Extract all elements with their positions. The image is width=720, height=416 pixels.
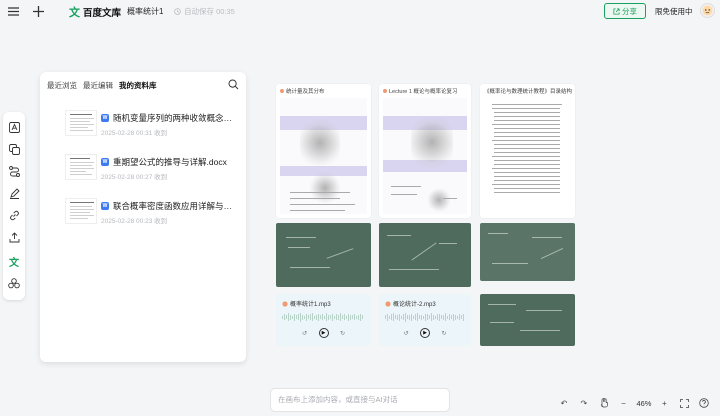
doc-thumbnail xyxy=(65,110,97,136)
tab-recent-viewed[interactable]: 最近浏览 xyxy=(47,80,77,91)
audio-title: 概率统计1.mp3 xyxy=(290,299,331,308)
blackboard-photo[interactable] xyxy=(480,223,575,281)
forward-icon[interactable]: ↻ xyxy=(339,329,347,337)
card-status-dot xyxy=(280,89,284,93)
blackboard-photo[interactable] xyxy=(379,223,471,287)
library-doc-item[interactable]: W 随机变量序列的两种收敛概念… 2025-02-28 00:31 收到 xyxy=(65,110,240,140)
text-tool-icon[interactable] xyxy=(7,120,21,134)
audio-card[interactable]: 概论统计-2.mp3 ↺ ▶ ↻ xyxy=(379,294,471,346)
doc-name: 联合概率密度函数应用详解与… xyxy=(113,200,241,212)
library-doc-item[interactable]: W 重期望公式的推导与详解.docx 2025-02-28 00:27 收到 xyxy=(65,154,240,184)
audio-controls: ↺ ▶ ↻ xyxy=(276,328,371,338)
free-use-status: 限免使用中 xyxy=(655,6,693,17)
forward-icon[interactable]: ↻ xyxy=(440,329,448,337)
play-button[interactable]: ▶ xyxy=(319,328,329,338)
autosave-icon xyxy=(174,8,181,15)
blackboard-photo[interactable] xyxy=(276,223,371,287)
rewind-icon[interactable]: ↺ xyxy=(301,329,309,337)
app-name: 百度文库 xyxy=(83,5,121,19)
audio-file-icon xyxy=(282,301,288,307)
wenku-logo-icon: 文 xyxy=(69,4,80,20)
undo-icon[interactable]: ↶ xyxy=(557,396,571,410)
top-bar: 文 百度文库 概率统计1 自动保存 00:35 分享 限免使用中 xyxy=(0,0,720,22)
hand-tool-icon[interactable] xyxy=(597,396,611,410)
card-title: Lecture 1 概论与概率论复习 xyxy=(389,87,457,95)
audio-header: 概率统计1.mp3 xyxy=(282,299,331,308)
word-doc-icon: W xyxy=(101,158,109,166)
doc-name: 重期望公式的推导与详解.docx xyxy=(113,156,241,168)
composer-input[interactable] xyxy=(278,395,444,404)
pen-tool-icon[interactable] xyxy=(7,186,21,200)
search-icon[interactable] xyxy=(228,79,240,91)
menu-icon[interactable] xyxy=(5,3,21,19)
zoom-level: 46% xyxy=(636,399,651,408)
canvas-doc-card[interactable]: 统计量及其分布 xyxy=(276,84,371,218)
card-title: 统计量及其分布 xyxy=(286,87,325,95)
audio-file-icon xyxy=(385,301,391,307)
audio-waveform xyxy=(385,312,465,322)
audio-waveform xyxy=(282,312,365,322)
library-doc-item[interactable]: W 联合概率密度函数应用详解与… 2025-02-28 00:23 收到 xyxy=(65,198,240,228)
doc-meta: 2025-02-28 00:23 收到 xyxy=(101,215,167,225)
doc-meta: 2025-02-28 00:31 收到 xyxy=(101,127,167,137)
flowchart-tool-icon[interactable] xyxy=(7,164,21,178)
zoom-out-icon[interactable]: − xyxy=(617,396,631,410)
zoom-toolbar: ↶ ↷ − 46% + xyxy=(557,394,717,412)
audio-title: 概论统计-2.mp3 xyxy=(393,299,436,308)
word-doc-icon: W xyxy=(101,202,109,210)
slide-preview xyxy=(383,98,467,214)
card-header: Lecture 1 概论与概率论复习 xyxy=(383,87,457,95)
doc-meta: 2025-02-28 00:27 收到 xyxy=(101,171,167,181)
copy-tool-icon[interactable] xyxy=(7,142,21,156)
card-header: 统计量及其分布 xyxy=(280,87,325,95)
new-canvas-button[interactable] xyxy=(30,3,46,19)
blackboard-photo[interactable] xyxy=(480,294,575,346)
audio-controls: ↺ ▶ ↻ xyxy=(379,328,471,338)
upload-tool-icon[interactable] xyxy=(7,230,21,244)
help-icon[interactable] xyxy=(697,396,711,410)
canvas-doc-card[interactable]: 《概率论与数理统计教程》目录结构（… xyxy=(480,84,575,218)
redo-icon[interactable]: ↷ xyxy=(577,396,591,410)
word-doc-icon: W xyxy=(101,114,109,122)
tab-recent-edited[interactable]: 最近编辑 xyxy=(83,80,113,91)
share-label: 分享 xyxy=(622,6,637,17)
tool-rail: 文 xyxy=(3,112,25,300)
library-tabs: 最近浏览 最近编辑 我的资料库 xyxy=(47,80,157,91)
doc-thumbnail xyxy=(65,154,97,180)
user-avatar[interactable] xyxy=(700,3,715,18)
card-status-dot xyxy=(383,89,387,93)
share-button[interactable]: 分享 xyxy=(604,3,646,19)
ai-composer xyxy=(270,388,450,412)
rewind-icon[interactable]: ↺ xyxy=(402,329,410,337)
app-logo[interactable]: 文 百度文库 xyxy=(69,4,121,20)
share-icon xyxy=(613,8,620,15)
wenku-tool-glyph: 文 xyxy=(9,254,19,269)
tab-my-library[interactable]: 我的资料库 xyxy=(119,80,157,91)
doc-thumbnail xyxy=(65,198,97,224)
library-panel: 最近浏览 最近编辑 我的资料库 W 随机变量序列的两种收敛概念… 2025-02… xyxy=(40,72,246,362)
mindmap-tool-icon[interactable] xyxy=(7,276,21,290)
slide-preview xyxy=(280,98,367,214)
play-button[interactable]: ▶ xyxy=(420,328,430,338)
zoom-in-icon[interactable]: + xyxy=(657,396,671,410)
canvas-doc-card[interactable]: Lecture 1 概论与概率论复习 xyxy=(379,84,471,218)
autosave-status: 自动保存 00:35 xyxy=(174,6,235,17)
fit-screen-icon[interactable] xyxy=(677,396,691,410)
toc-preview xyxy=(484,98,571,214)
audio-card[interactable]: 概率统计1.mp3 ↺ ▶ ↻ xyxy=(276,294,371,346)
link-tool-icon[interactable] xyxy=(7,208,21,222)
wenku-tool-icon[interactable]: 文 xyxy=(7,254,21,268)
autosave-text: 自动保存 00:35 xyxy=(184,6,235,17)
document-title[interactable]: 概率统计1 xyxy=(127,6,163,17)
audio-header: 概论统计-2.mp3 xyxy=(385,299,436,308)
doc-name: 随机变量序列的两种收敛概念… xyxy=(113,112,241,124)
card-title: 《概率论与数理统计教程》目录结构（… xyxy=(484,87,575,95)
card-header: 《概率论与数理统计教程》目录结构（… xyxy=(484,87,575,95)
